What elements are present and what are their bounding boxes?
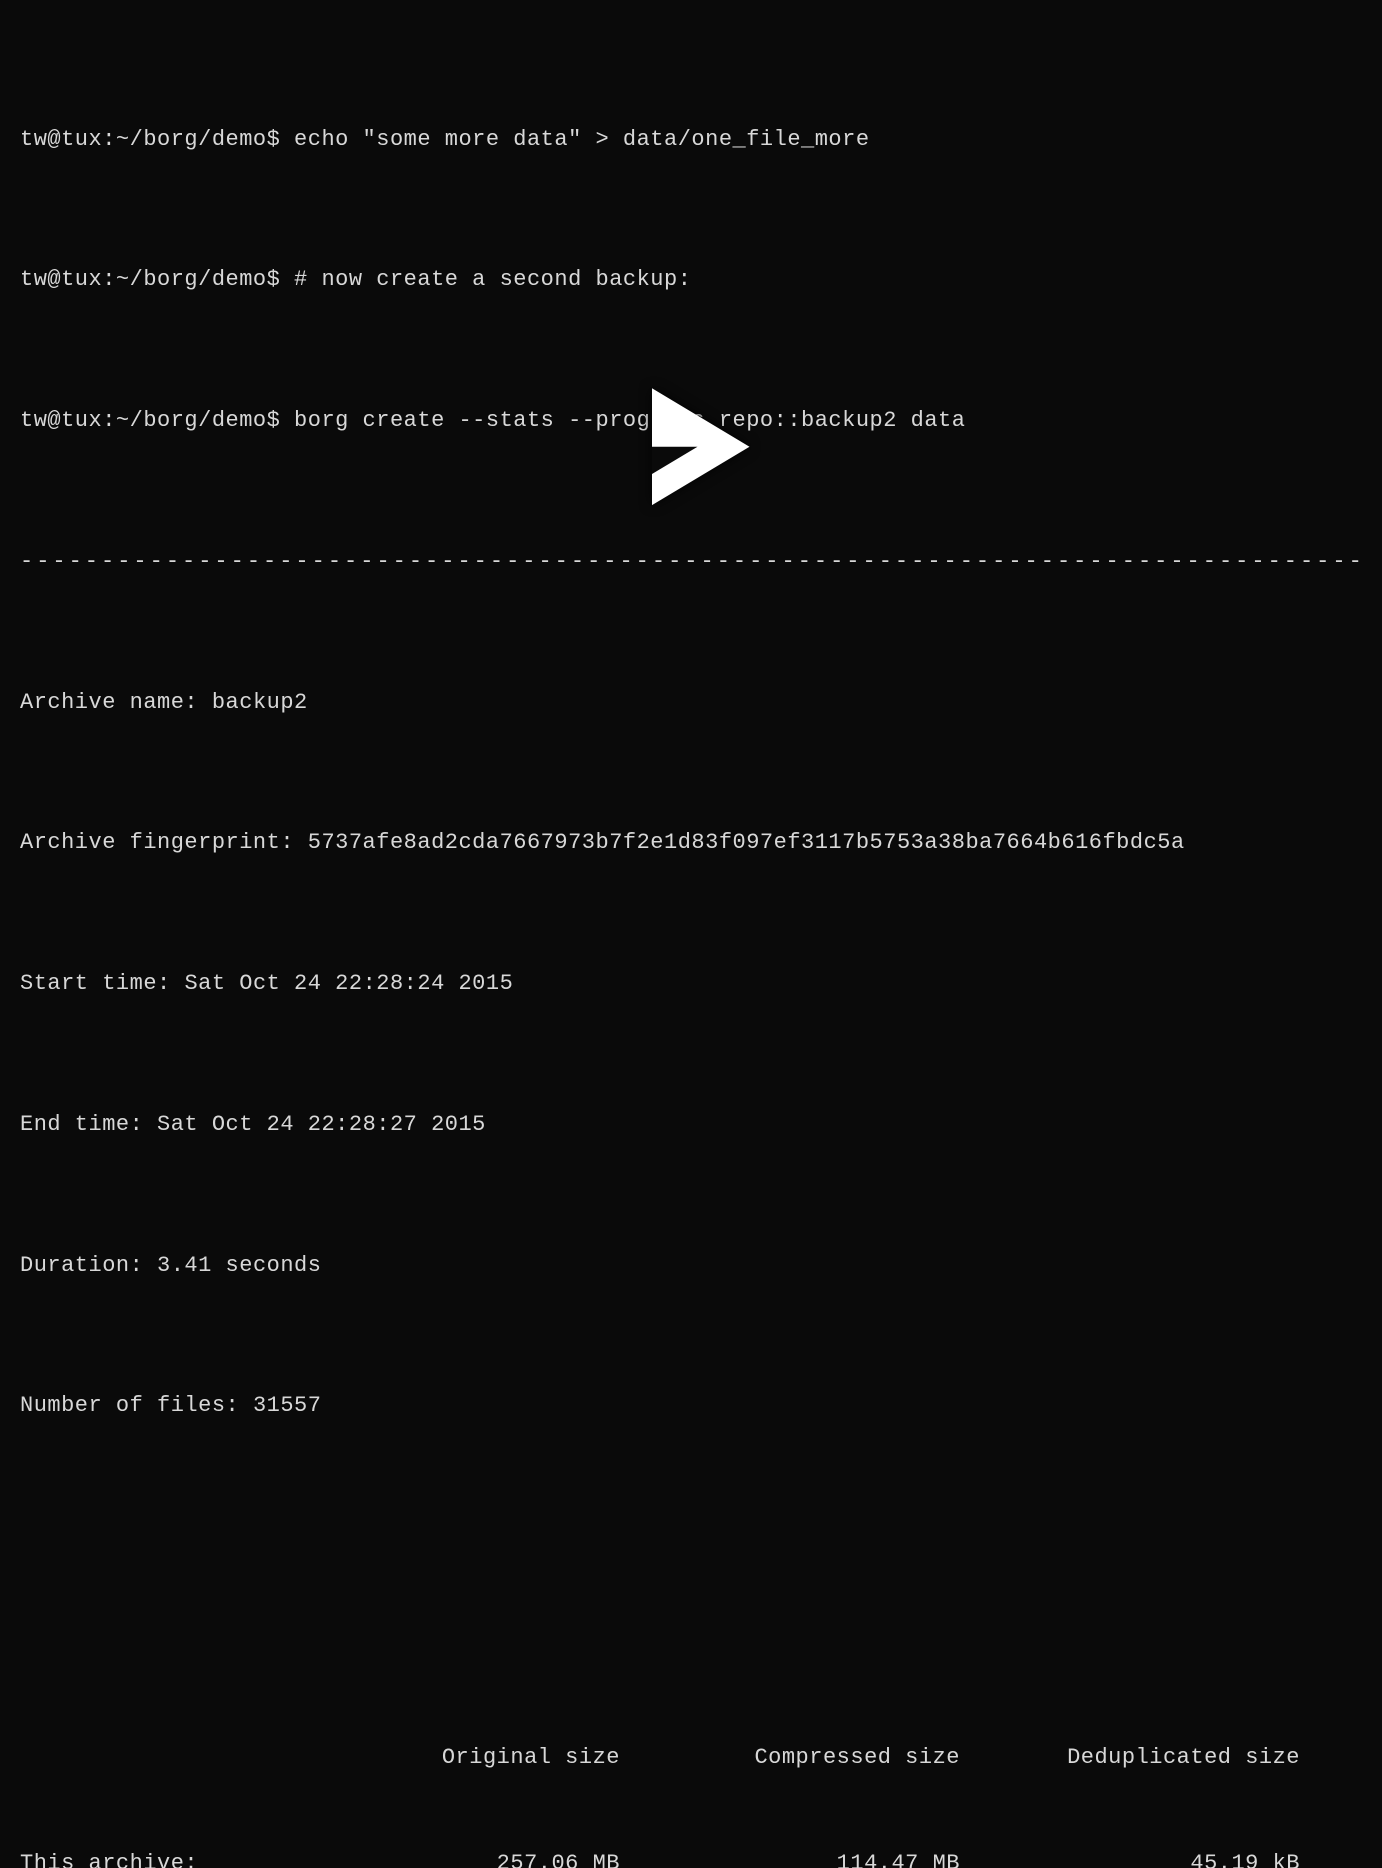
command-text: echo "some more data" > data/one_file_mo… (294, 127, 870, 152)
command-text: # now create a second backup: (294, 267, 691, 292)
size-table: Original size Compressed size Deduplicat… (20, 1670, 1362, 1868)
this-archive-row: This archive: 257.06 MB 114.47 MB 45.19 … (20, 1846, 1362, 1868)
header-original-size: Original size (280, 1740, 620, 1775)
command-line: tw@tux:~/borg/demo$ echo "some more data… (20, 122, 1362, 157)
this-archive-deduplicated: 45.19 kB (960, 1846, 1300, 1868)
duration-line: Duration: 3.41 seconds (20, 1248, 1362, 1283)
end-time-line: End time: Sat Oct 24 22:28:27 2015 (20, 1107, 1362, 1142)
this-archive-compressed: 114.47 MB (620, 1846, 960, 1868)
command-line: tw@tux:~/borg/demo$ # now create a secon… (20, 262, 1362, 297)
prompt: tw@tux:~/borg/demo$ (20, 267, 280, 292)
play-button[interactable] (626, 382, 756, 524)
prompt: tw@tux:~/borg/demo$ (20, 127, 280, 152)
header-deduplicated-size: Deduplicated size (960, 1740, 1300, 1775)
archive-fingerprint-line: Archive fingerprint: 5737afe8ad2cda76679… (20, 825, 1362, 860)
prompt: tw@tux:~/borg/demo$ (20, 408, 280, 433)
file-count-line: Number of files: 31557 (20, 1388, 1362, 1423)
size-header-row: Original size Compressed size Deduplicat… (20, 1740, 1362, 1775)
blank-line (20, 1529, 1362, 1564)
start-time-line: Start time: Sat Oct 24 22:28:24 2015 (20, 966, 1362, 1001)
header-compressed-size: Compressed size (620, 1740, 960, 1775)
archive-name-line: Archive name: backup2 (20, 685, 1362, 720)
divider-line: ----------------------------------------… (20, 544, 1362, 579)
terminal-output: tw@tux:~/borg/demo$ echo "some more data… (20, 16, 1362, 1868)
this-archive-original: 257.06 MB (280, 1846, 620, 1868)
this-archive-label: This archive: (20, 1846, 280, 1868)
play-icon (626, 494, 756, 519)
